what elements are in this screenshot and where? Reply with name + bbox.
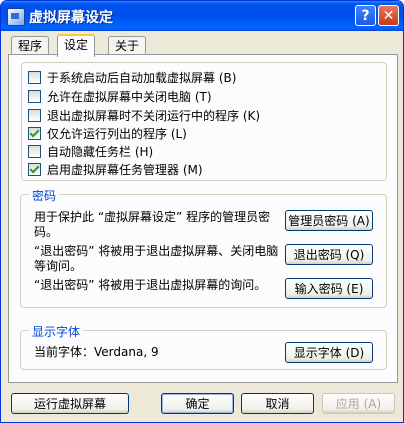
exit-password-text: “退出密码” 将被用于退出虚拟屏幕、关闭电脑等询问。 bbox=[34, 244, 279, 273]
settings-window: 虚拟屏幕设定 ? ✕ 程序 设定 关于 于系统启动后自动加载虚拟屏幕 (B) 允… bbox=[0, 0, 404, 423]
option-allow-shutdown[interactable]: 允许在虚拟屏幕中关闭电脑 (T) bbox=[28, 88, 212, 104]
option-only-listed[interactable]: 仅允许运行列出的程序 (L) bbox=[28, 125, 187, 141]
ok-button[interactable]: 确定 bbox=[161, 393, 234, 414]
tab-programs[interactable]: 程序 bbox=[11, 36, 50, 55]
option-label: 自动隐藏任务栏 (H) bbox=[47, 144, 154, 159]
option-task-manager[interactable]: 启用虚拟屏幕任务管理器 (M) bbox=[28, 161, 203, 177]
help-button[interactable]: ? bbox=[355, 5, 376, 26]
option-autohide-taskbar[interactable]: 自动隐藏任务栏 (H) bbox=[28, 143, 153, 159]
option-label: 仅允许运行列出的程序 (L) bbox=[47, 126, 187, 141]
run-virtual-screen-button[interactable]: 运行虚拟屏幕 bbox=[11, 393, 129, 414]
option-keep-programs[interactable]: 退出虚拟屏幕时不关闭运行中的程序 (K) bbox=[28, 107, 260, 123]
option-label: 于系统启动后自动加载虚拟屏幕 (B) bbox=[47, 70, 237, 85]
checkbox[interactable] bbox=[28, 162, 41, 176]
exit-password-button[interactable]: 退出密码 (Q) bbox=[285, 244, 373, 265]
display-font-button[interactable]: 显示字体 (D) bbox=[285, 342, 373, 363]
input-password-text: “退出密码” 将被用于退出虚拟屏幕的询问。 bbox=[34, 278, 267, 292]
current-font-text: 当前字体：Verdana, 9 bbox=[34, 345, 159, 359]
checkbox[interactable] bbox=[28, 70, 41, 84]
admin-password-text: 用于保护此 “虚拟屏幕设定” 程序的管理员密码。 bbox=[34, 210, 271, 239]
app-icon bbox=[7, 8, 25, 26]
checkbox[interactable] bbox=[28, 108, 41, 122]
checkbox[interactable] bbox=[28, 144, 41, 158]
admin-password-button[interactable]: 管理员密码 (A) bbox=[285, 210, 373, 231]
option-label: 允许在虚拟屏幕中关闭电脑 (T) bbox=[47, 89, 212, 104]
close-button[interactable]: ✕ bbox=[378, 5, 399, 26]
password-group-title: 密码 bbox=[29, 187, 60, 204]
checkbox[interactable] bbox=[28, 89, 41, 103]
option-label: 启用虚拟屏幕任务管理器 (M) bbox=[47, 162, 203, 177]
title-bar[interactable]: 虚拟屏幕设定 ? ✕ bbox=[1, 1, 403, 31]
option-autoload[interactable]: 于系统启动后自动加载虚拟屏幕 (B) bbox=[28, 69, 236, 85]
tab-about[interactable]: 关于 bbox=[108, 36, 147, 55]
option-label: 退出虚拟屏幕时不关闭运行中的程序 (K) bbox=[47, 108, 261, 123]
font-group-title: 显示字体 bbox=[29, 323, 84, 340]
apply-button[interactable]: 应用 (A) bbox=[322, 393, 395, 414]
window-title: 虚拟屏幕设定 bbox=[29, 10, 113, 26]
tab-settings[interactable]: 设定 bbox=[57, 34, 96, 57]
cancel-button[interactable]: 取消 bbox=[241, 393, 314, 414]
checkbox[interactable] bbox=[28, 126, 41, 140]
input-password-button[interactable]: 输入密码 (E) bbox=[285, 278, 373, 299]
